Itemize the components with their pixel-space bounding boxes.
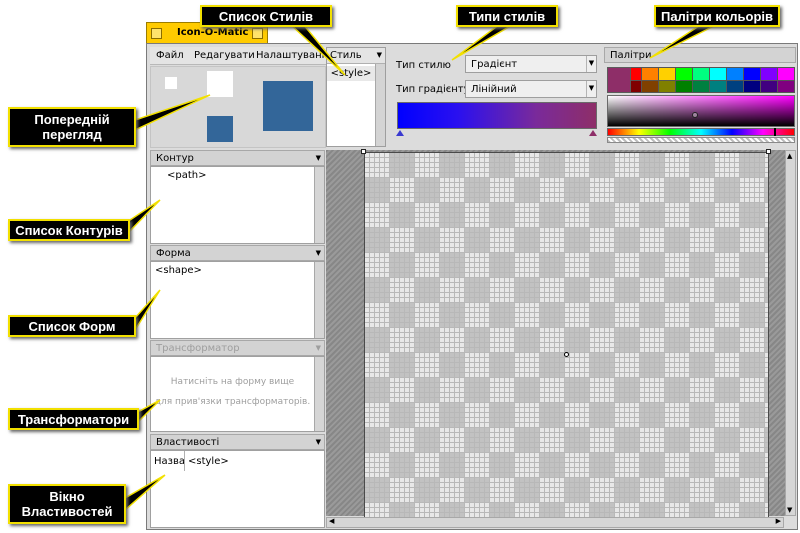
callout-shape-list: Список Форм — [8, 315, 136, 337]
callout-style-list: Список Стилів — [200, 5, 332, 27]
callout-preview: Попередній перегляд — [8, 107, 136, 147]
callout-properties: Вікно Властивостей — [8, 484, 126, 524]
callout-style-types: Типи стилів — [456, 5, 558, 27]
callout-pointers — [124, 23, 719, 512]
callout-path-list: Список Контурів — [8, 219, 130, 241]
callout-palettes: Палітри кольорів — [654, 5, 780, 27]
callout-transformers: Трансформатори — [8, 408, 139, 430]
